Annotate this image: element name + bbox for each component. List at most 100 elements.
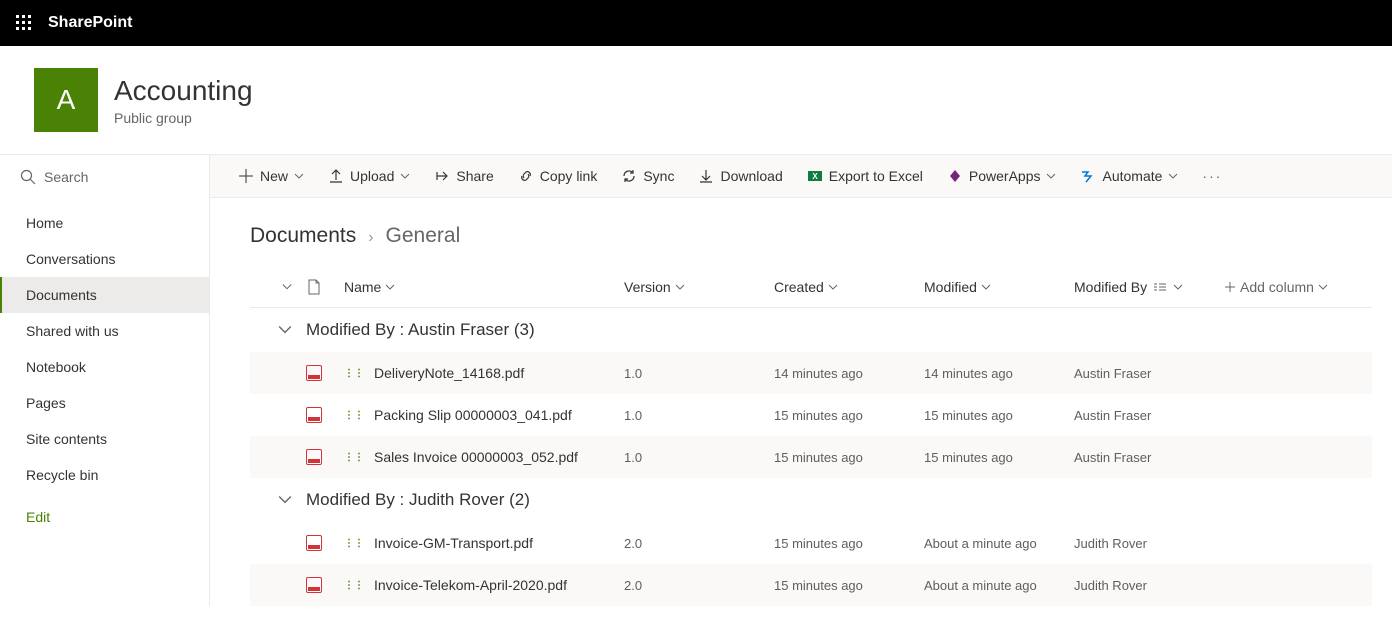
new-badge-icon: ⋮⋮	[344, 538, 364, 549]
chevron-down-icon	[294, 171, 304, 181]
breadcrumb: Documents › General	[210, 198, 1392, 266]
nav-documents[interactable]: Documents	[0, 277, 209, 313]
excel-icon: X	[807, 168, 823, 184]
group-header[interactable]: Modified By : Judith Rover (2)	[250, 478, 1372, 522]
download-icon	[698, 168, 714, 184]
file-icon	[306, 279, 322, 295]
powerapps-icon	[947, 168, 963, 184]
table-row[interactable]: ⋮⋮Invoice-GM-Transport.pdf 2.0 15 minute…	[250, 522, 1372, 564]
pdf-icon	[306, 577, 322, 593]
new-badge-icon: ⋮⋮	[344, 580, 364, 591]
cell-modified: About a minute ago	[924, 536, 1074, 551]
add-column-button[interactable]: Add column	[1224, 279, 1372, 295]
pdf-icon	[306, 365, 322, 381]
cell-version: 1.0	[624, 450, 774, 465]
nav-edit[interactable]: Edit	[0, 499, 209, 535]
chevron-down-icon	[675, 282, 685, 292]
file-name[interactable]: Invoice-Telekom-April-2020.pdf	[374, 577, 567, 593]
app-launcher-button[interactable]	[8, 7, 40, 39]
file-name[interactable]: Invoice-GM-Transport.pdf	[374, 535, 533, 551]
column-header-version[interactable]: Version	[624, 279, 774, 295]
search-placeholder: Search	[44, 169, 88, 185]
expand-all-toggle[interactable]	[250, 282, 306, 292]
group-label: Modified By : Austin Fraser (3)	[306, 320, 1372, 340]
site-title[interactable]: Accounting	[114, 74, 253, 108]
nav: Home Conversations Documents Shared with…	[0, 199, 209, 535]
svg-text:X: X	[812, 172, 818, 181]
nav-notebook[interactable]: Notebook	[0, 349, 209, 385]
powerapps-button[interactable]: PowerApps	[937, 155, 1067, 197]
upload-button[interactable]: Upload	[318, 155, 420, 197]
brand-label[interactable]: SharePoint	[48, 14, 132, 32]
sync-button[interactable]: Sync	[611, 155, 684, 197]
chevron-down-icon	[981, 282, 991, 292]
nav-pages[interactable]: Pages	[0, 385, 209, 421]
more-button[interactable]: ···	[1192, 155, 1232, 197]
pdf-icon	[306, 535, 322, 551]
column-header-modified-by[interactable]: Modified By	[1074, 279, 1224, 295]
main-layout: Search Home Conversations Documents Shar…	[0, 154, 1392, 606]
new-button[interactable]: New	[228, 155, 314, 197]
nav-shared[interactable]: Shared with us	[0, 313, 209, 349]
cell-modified-by[interactable]: Austin Fraser	[1074, 450, 1224, 465]
copylink-button[interactable]: Copy link	[508, 155, 608, 197]
file-name[interactable]: Sales Invoice 00000003_052.pdf	[374, 449, 578, 465]
cell-modified-by[interactable]: Judith Rover	[1074, 536, 1224, 551]
export-button[interactable]: X Export to Excel	[797, 155, 933, 197]
breadcrumb-root[interactable]: Documents	[250, 224, 356, 248]
cell-modified: 15 minutes ago	[924, 408, 1074, 423]
column-header-row: Name Version Created Modified Modified B…	[250, 266, 1372, 308]
column-header-modified[interactable]: Modified	[924, 279, 1074, 295]
file-name[interactable]: Packing Slip 00000003_041.pdf	[374, 407, 572, 423]
plus-icon	[238, 168, 254, 184]
sidebar: Search Home Conversations Documents Shar…	[0, 154, 210, 606]
cell-modified: 15 minutes ago	[924, 450, 1074, 465]
cell-created: 15 minutes ago	[774, 578, 924, 593]
new-badge-icon: ⋮⋮	[344, 368, 364, 379]
chevron-down-icon	[278, 493, 292, 507]
group-header[interactable]: Modified By : Austin Fraser (3)	[250, 308, 1372, 352]
nav-home[interactable]: Home	[0, 205, 209, 241]
table-row[interactable]: ⋮⋮ Invoice-Telekom-April-2020.pdf 2.0 15 …	[250, 564, 1372, 606]
search-input[interactable]: Search	[0, 155, 209, 199]
group-by-icon	[1153, 282, 1167, 292]
waffle-icon	[16, 15, 32, 31]
share-icon	[434, 168, 450, 184]
link-icon	[518, 168, 534, 184]
file-name[interactable]: DeliveryNote_14168.pdf	[374, 365, 524, 381]
column-header-created[interactable]: Created	[774, 279, 924, 295]
table-row[interactable]: ⋮⋮Packing Slip 00000003_041.pdf 1.0 15 m…	[250, 394, 1372, 436]
group-label: Modified By : Judith Rover (2)	[306, 490, 1372, 510]
sync-icon	[621, 168, 637, 184]
table-row[interactable]: ⋮⋮DeliveryNote_14168.pdf 1.0 14 minutes …	[250, 352, 1372, 394]
table-row[interactable]: ⋮⋮Sales Invoice 00000003_052.pdf 1.0 15 …	[250, 436, 1372, 478]
download-button[interactable]: Download	[688, 155, 792, 197]
column-header-type[interactable]	[306, 279, 344, 295]
cell-modified-by[interactable]: Judith Rover	[1074, 578, 1224, 593]
site-header: A Accounting Public group	[0, 46, 1392, 154]
site-logo[interactable]: A	[34, 68, 98, 132]
column-header-name[interactable]: Name	[344, 279, 624, 295]
chevron-down-icon	[385, 282, 395, 292]
cell-modified-by[interactable]: Austin Fraser	[1074, 366, 1224, 381]
cell-version: 1.0	[624, 366, 774, 381]
cell-modified-by[interactable]: Austin Fraser	[1074, 408, 1224, 423]
chevron-down-icon	[278, 323, 292, 337]
pdf-icon	[306, 407, 322, 423]
cell-version: 2.0	[624, 578, 774, 593]
share-button[interactable]: Share	[424, 155, 503, 197]
cell-created: 15 minutes ago	[774, 408, 924, 423]
nav-recycle-bin[interactable]: Recycle bin	[0, 457, 209, 493]
chevron-down-icon	[1046, 171, 1056, 181]
site-meta: Accounting Public group	[114, 74, 253, 126]
chevron-down-icon	[828, 282, 838, 292]
nav-conversations[interactable]: Conversations	[0, 241, 209, 277]
pdf-icon	[306, 449, 322, 465]
chevron-down-icon	[1173, 282, 1183, 292]
cell-version: 1.0	[624, 408, 774, 423]
upload-icon	[328, 168, 344, 184]
nav-site-contents[interactable]: Site contents	[0, 421, 209, 457]
chevron-down-icon	[400, 171, 410, 181]
ellipsis-icon: ···	[1202, 168, 1222, 184]
automate-button[interactable]: Automate	[1070, 155, 1188, 197]
